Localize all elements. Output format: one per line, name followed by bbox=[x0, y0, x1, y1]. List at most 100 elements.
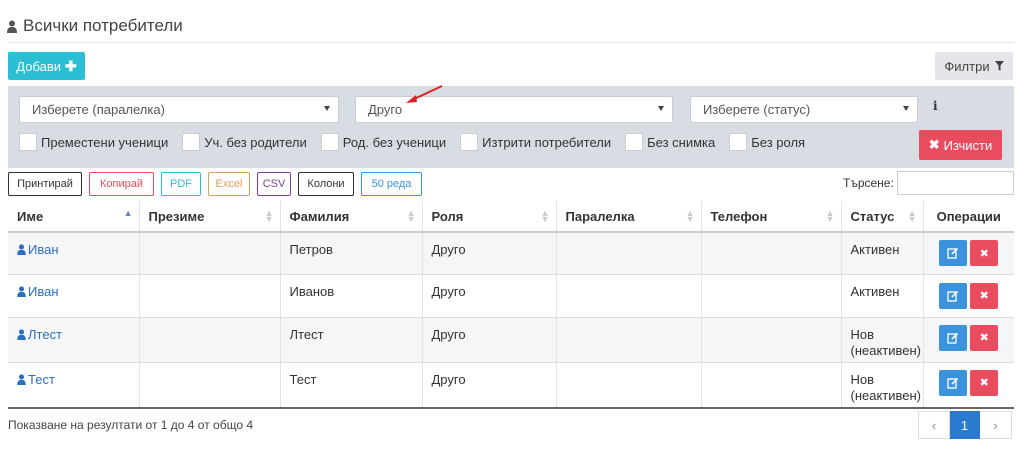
delete-button[interactable]: ✖ bbox=[970, 240, 999, 266]
checkbox-students-no-parents[interactable]: Уч. без родители bbox=[182, 133, 307, 151]
export-buttons: Принтирай Копирай PDF Excel CSV Колони 5… bbox=[8, 172, 429, 196]
status-select[interactable]: Изберете (статус) bbox=[690, 96, 918, 123]
checkbox-no-role[interactable]: Без роля bbox=[729, 133, 805, 151]
table-bottom-rule bbox=[8, 407, 1014, 409]
class-select[interactable]: Изберете (паралелка) bbox=[19, 96, 339, 123]
user-link[interactable]: Иван bbox=[17, 242, 139, 257]
cell-operations: ✖ bbox=[923, 361, 1014, 407]
column-header-middle[interactable]: Презиме ▲ ▼ bbox=[139, 201, 281, 233]
column-header-label: Презиме bbox=[148, 208, 205, 224]
delete-button[interactable]: ✖ bbox=[970, 282, 999, 309]
csv-button[interactable]: CSV bbox=[257, 172, 291, 196]
cell-name: Лтест bbox=[8, 316, 140, 362]
cell-middle bbox=[139, 316, 281, 362]
edit-button[interactable] bbox=[939, 240, 968, 266]
plus-icon: ✚ bbox=[65, 57, 77, 74]
cell-family: Иванов bbox=[280, 273, 423, 317]
add-button-label: Добави bbox=[16, 58, 61, 74]
cell-phone bbox=[701, 316, 842, 362]
add-button[interactable]: Добави ✚ bbox=[8, 52, 85, 80]
checkbox-box[interactable] bbox=[460, 133, 479, 151]
column-header-label: Име bbox=[17, 208, 44, 224]
annotation-arrow-icon bbox=[406, 85, 443, 103]
next-page-button[interactable]: › bbox=[980, 411, 1012, 439]
prev-page-button[interactable]: ‹ bbox=[918, 411, 950, 439]
column-header-status[interactable]: Статус ▲ ▼ bbox=[841, 201, 924, 233]
user-name: Иван bbox=[28, 283, 59, 299]
columns-button[interactable]: Колони bbox=[298, 172, 354, 196]
checkbox-box[interactable] bbox=[625, 133, 644, 151]
sort-icon: ▲ ▼ bbox=[264, 208, 274, 224]
checkbox-box[interactable] bbox=[182, 133, 201, 151]
cell-family: Тест bbox=[280, 361, 423, 407]
column-header-phone[interactable]: Телефон ▲ ▼ bbox=[701, 201, 842, 233]
checkbox-box[interactable] bbox=[729, 133, 748, 151]
results-info: Показване на резултати от 1 до 4 от общо… bbox=[8, 418, 254, 432]
cell-role: Друго bbox=[422, 273, 557, 317]
sort-asc-icon: ▲ bbox=[123, 208, 133, 218]
cell-class bbox=[556, 273, 702, 317]
checkbox-deleted-users[interactable]: Изтрити потребители bbox=[460, 133, 611, 151]
cell-family: Петров bbox=[280, 231, 423, 274]
cell-middle bbox=[139, 273, 281, 317]
class-select-value: Изберете (паралелка) bbox=[32, 102, 165, 117]
user-icon bbox=[17, 328, 26, 340]
column-header-name[interactable]: Име ▲ bbox=[8, 201, 140, 233]
table-row: Иван Иванов Друго Активен ✖ bbox=[8, 273, 1014, 317]
checkbox-parents-no-students[interactable]: Род. без ученици bbox=[320, 133, 446, 151]
table-row: Лтест Лтест Друго Нов (неактивен) ✖ bbox=[8, 316, 1015, 362]
pdf-button[interactable]: PDF bbox=[161, 172, 201, 196]
checkbox-no-photo[interactable]: Без снимка bbox=[625, 133, 715, 151]
checkbox-label: Преместени ученици bbox=[41, 134, 169, 150]
checkbox-box[interactable] bbox=[320, 133, 339, 151]
column-header-label: Телефон bbox=[710, 208, 768, 224]
caret-down-icon bbox=[903, 106, 909, 111]
user-link[interactable]: Иван bbox=[17, 284, 139, 299]
checkbox-box[interactable] bbox=[19, 133, 37, 151]
cell-operations: ✖ bbox=[923, 316, 1015, 362]
edit-icon bbox=[947, 290, 959, 302]
cell-status: Активен bbox=[841, 273, 924, 317]
print-button[interactable]: Принтирай bbox=[8, 172, 82, 196]
page-size-button[interactable]: 50 реда bbox=[361, 172, 422, 196]
user-link[interactable]: Лтест bbox=[17, 327, 139, 342]
caret-down-icon bbox=[324, 106, 330, 111]
user-icon bbox=[17, 285, 26, 297]
info-icon[interactable]: i bbox=[933, 99, 938, 113]
user-name: Иван bbox=[28, 242, 59, 257]
delete-button[interactable]: ✖ bbox=[970, 324, 999, 351]
copy-button[interactable]: Копирай bbox=[89, 172, 154, 196]
column-header-operations: Операции bbox=[923, 201, 1014, 233]
cell-status: Активен bbox=[841, 231, 924, 274]
edit-button[interactable] bbox=[939, 324, 968, 351]
filters-button-label: Филтри bbox=[944, 58, 990, 74]
header-divider bbox=[7, 42, 1014, 43]
column-header-class[interactable]: Паралелка ▲ ▼ bbox=[556, 201, 702, 233]
pagination: ‹ 1 › bbox=[918, 411, 1012, 439]
checkbox-moved-students[interactable]: Преместени ученици bbox=[19, 133, 168, 151]
clear-button[interactable]: ✖ Изчисти bbox=[919, 130, 1002, 160]
user-icon bbox=[7, 20, 17, 33]
cell-class bbox=[556, 231, 702, 274]
cell-phone bbox=[701, 231, 842, 274]
checkbox-label: Без снимка bbox=[647, 134, 716, 150]
search-input[interactable] bbox=[897, 171, 1014, 195]
table-header-row: Име ▲ Презиме ▲ ▼ Фамилия ▲ ▼ Роля ▲ ▼ Паралелк… bbox=[8, 201, 1014, 233]
column-header-label: Фамилия bbox=[289, 208, 350, 224]
row-actions: ✖ bbox=[924, 240, 1015, 266]
column-header-role[interactable]: Роля ▲ ▼ bbox=[422, 201, 557, 233]
edit-button[interactable] bbox=[939, 282, 968, 309]
sort-icon: ▲ ▼ bbox=[540, 208, 550, 224]
edit-button[interactable] bbox=[939, 369, 968, 396]
row-actions: ✖ bbox=[924, 324, 1015, 351]
edit-icon bbox=[947, 332, 959, 344]
user-name: Лтест bbox=[28, 326, 63, 342]
filters-button[interactable]: Филтри bbox=[935, 52, 1013, 80]
page-1-button[interactable]: 1 bbox=[950, 411, 980, 439]
column-header-family[interactable]: Фамилия ▲ ▼ bbox=[280, 201, 423, 233]
filter-panel: Изберете (паралелка) Друго Изберете (ста… bbox=[8, 86, 1014, 168]
excel-button[interactable]: Excel bbox=[208, 172, 250, 196]
delete-button[interactable]: ✖ bbox=[970, 369, 999, 396]
clear-button-label: Изчисти bbox=[943, 137, 993, 153]
user-link[interactable]: Тест bbox=[17, 372, 139, 387]
